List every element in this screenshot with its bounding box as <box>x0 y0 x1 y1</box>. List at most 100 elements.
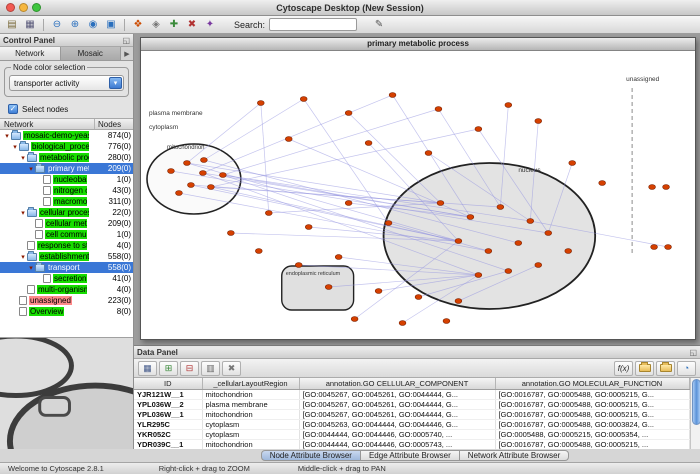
column-header[interactable]: annotation.GO MOLECULAR_FUNCTION <box>495 378 689 389</box>
expand-arrow-icon[interactable]: ▾ <box>27 165 35 173</box>
table-cell[interactable]: [GO:0045267, GO:0045261, GO:0044444, G..… <box>299 399 495 409</box>
graph-node[interactable] <box>168 169 175 174</box>
table-cell[interactable]: YKR052C <box>134 429 202 439</box>
table-row[interactable]: YKR052Ccytoplasm[GO:0044444, GO:0044446,… <box>134 429 689 439</box>
graph-node[interactable] <box>455 299 462 304</box>
table-cell[interactable]: [GO:0044444, GO:0044446, GO:0005740, ... <box>299 429 495 439</box>
graph-node[interactable] <box>497 205 504 210</box>
graph-node[interactable] <box>425 151 432 156</box>
tree-row[interactable]: ▾establishment of lo...558(0) <box>0 251 133 262</box>
float-panel-icon[interactable]: ◱ <box>122 36 130 45</box>
tab-edge-attribute-browser[interactable]: Edge Attribute Browser <box>361 450 460 461</box>
expand-arrow-icon[interactable]: ▾ <box>27 264 35 272</box>
column-header[interactable]: _cellularLayoutRegion <box>202 378 299 389</box>
tab-network-attribute-browser[interactable]: Network Attribute Browser <box>460 450 569 461</box>
select-attributes-icon[interactable]: ▦ <box>138 361 157 376</box>
table-row[interactable]: YLR295Ccytoplasm[GO:0045263, GO:0044444,… <box>134 419 689 429</box>
graph-node[interactable] <box>565 249 572 254</box>
table-cell[interactable]: mitochondrion <box>202 409 299 419</box>
graph-edge[interactable] <box>204 99 304 160</box>
graph-edge[interactable] <box>261 103 269 213</box>
tree-row[interactable]: macromolecule...311(0) <box>0 196 133 207</box>
minimize-button[interactable] <box>19 3 28 12</box>
graph-node[interactable] <box>305 225 312 230</box>
trash-icon[interactable]: ✖ <box>222 361 241 376</box>
graph-node[interactable] <box>545 231 552 236</box>
graph-node[interactable] <box>651 245 658 250</box>
table-cell[interactable]: [GO:0016787, GO:0005488, GO:0005215, G..… <box>495 389 689 399</box>
annotation-icon[interactable]: ✎ <box>371 17 387 32</box>
attribute-chart-icon[interactable]: ◔ <box>677 361 696 376</box>
graph-node[interactable] <box>475 127 482 132</box>
table-cell[interactable]: YJR121W__1 <box>134 389 202 399</box>
table-cell[interactable]: [GO:0045267, GO:0045261, GO:0044444, G..… <box>299 389 495 399</box>
graph-edge[interactable] <box>203 95 393 173</box>
graph-node[interactable] <box>300 97 307 102</box>
tree-row[interactable]: nitrogen compo...43(0) <box>0 185 133 196</box>
graph-edge[interactable] <box>223 109 439 175</box>
graph-node[interactable] <box>385 221 392 226</box>
zoom-fit-icon[interactable]: ▣ <box>103 17 119 32</box>
table-cell[interactable]: YDR039C__1 <box>134 439 202 449</box>
table-cell[interactable]: [GO:0016787, GO:0005488, GO:0005215, ... <box>495 439 689 449</box>
expand-arrow-icon[interactable]: ▾ <box>19 253 27 261</box>
graph-node[interactable] <box>351 317 358 322</box>
table-cell[interactable]: YPL036W__2 <box>134 399 202 409</box>
graph-node[interactable] <box>219 173 226 178</box>
tree-row[interactable]: ▾mosaic-demo-yeast874(0) <box>0 130 133 141</box>
tree-row[interactable]: ▾primary metabo...209(0) <box>0 163 133 174</box>
export-attributes-icon[interactable] <box>656 361 675 376</box>
close-button[interactable] <box>6 3 15 12</box>
table-row[interactable]: YJR121W__1mitochondrion[GO:0045267, GO:0… <box>134 389 689 399</box>
graph-node[interactable] <box>335 255 342 260</box>
table-cell[interactable]: [GO:0016787, GO:0005488, GO:0005215, G..… <box>495 409 689 419</box>
graph-node[interactable] <box>184 161 191 166</box>
create-attribute-icon[interactable]: ⊞ <box>159 361 178 376</box>
graph-node[interactable] <box>345 201 352 206</box>
tree-row[interactable]: response to stimul...4(0) <box>0 240 133 251</box>
tree-row[interactable]: ▾metabolic process280(0) <box>0 152 133 163</box>
table-scrollbar[interactable] <box>690 378 700 449</box>
save-session-icon[interactable]: ▦ <box>22 17 38 32</box>
network-canvas[interactable]: unassigned plasma membrane cytoplasm mit… <box>141 51 695 339</box>
import-attributes-icon[interactable] <box>635 361 654 376</box>
column-header[interactable]: ID <box>134 378 202 389</box>
tree-column-network[interactable]: Network <box>0 119 95 129</box>
graph-node[interactable] <box>649 185 656 190</box>
expand-arrow-icon[interactable]: ▾ <box>19 209 27 217</box>
graph-node[interactable] <box>325 285 332 290</box>
window-titlebar[interactable]: Cytoscape Desktop (New Session) <box>0 0 700 16</box>
graph-node[interactable] <box>265 211 272 216</box>
search-input[interactable] <box>269 18 357 31</box>
graph-node[interactable] <box>437 201 444 206</box>
graph-edge[interactable] <box>349 113 441 203</box>
network-tree[interactable]: ▾mosaic-demo-yeast874(0)▾biological_proc… <box>0 130 133 337</box>
scrollbar-thumb[interactable] <box>692 379 700 425</box>
graph-node[interactable] <box>399 321 406 326</box>
float-panel-icon[interactable]: ◱ <box>689 348 697 357</box>
tab-node-attribute-browser[interactable]: Node Attribute Browser <box>261 450 361 461</box>
tree-row[interactable]: unassigned223(0) <box>0 295 133 306</box>
graph-node[interactable] <box>345 111 352 116</box>
zoom-in-icon[interactable]: ⊕ <box>67 17 83 32</box>
tree-row[interactable]: cell communica...1(0) <box>0 229 133 240</box>
tree-row[interactable]: Overview8(0) <box>0 306 133 317</box>
graph-node[interactable] <box>599 181 606 186</box>
function-builder-icon[interactable]: f(x) <box>614 361 633 376</box>
table-row[interactable]: YPL036W__1mitochondrion[GO:0045267, GO:0… <box>134 409 689 419</box>
table-cell[interactable]: [GO:0045263, GO:0044444, GO:0044446, G..… <box>299 419 495 429</box>
tab-overflow-arrow-icon[interactable]: ▶ <box>121 47 133 60</box>
tree-row[interactable]: ▾cellular process22(0) <box>0 207 133 218</box>
graph-node[interactable] <box>200 158 207 163</box>
graph-node[interactable] <box>515 241 522 246</box>
table-row[interactable]: YDR039C__1mitochondrion[GO:0044444, GO:0… <box>134 439 689 449</box>
graph-node[interactable] <box>227 231 234 236</box>
zoom-selected-icon[interactable]: ◉ <box>85 17 101 32</box>
graph-node[interactable] <box>255 249 262 254</box>
graph-node[interactable] <box>257 101 264 106</box>
graph-node[interactable] <box>295 263 302 268</box>
table-cell[interactable]: mitochondrion <box>202 439 299 449</box>
graph-node[interactable] <box>485 249 492 254</box>
node-color-dropdown[interactable]: transporter activity ▾ <box>9 75 124 91</box>
graph-node[interactable] <box>365 141 372 146</box>
